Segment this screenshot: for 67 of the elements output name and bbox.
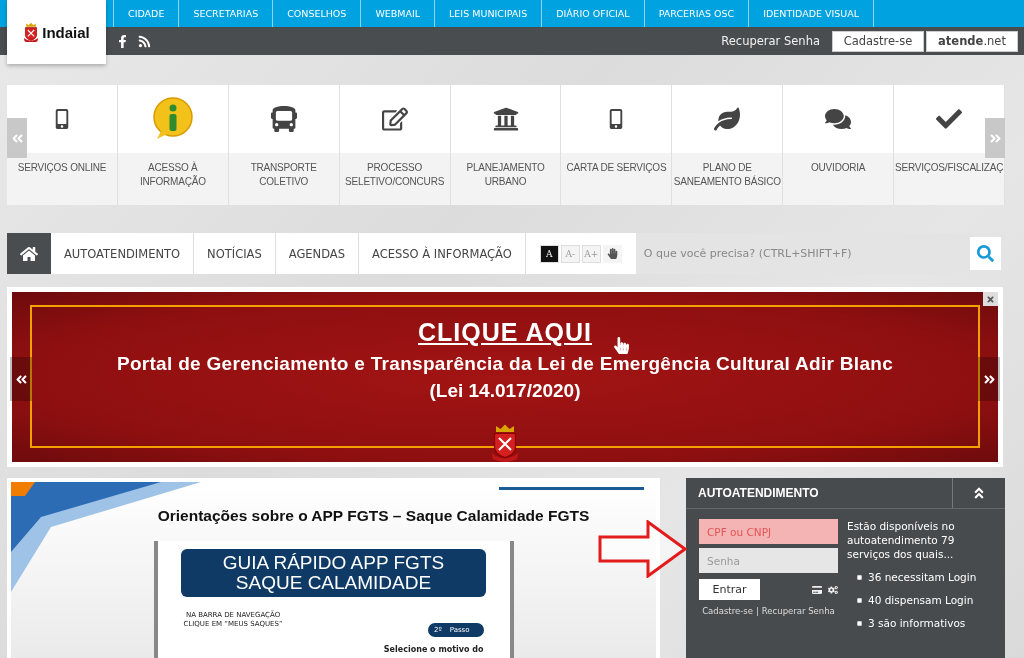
- slide-title: Orientações sobre o APP FGTS – Saque Calamidade FGTS: [156, 507, 590, 525]
- logo-text[interactable]: Indaial: [42, 23, 90, 41]
- facebook-icon[interactable]: [116, 34, 129, 48]
- service-tile[interactable]: SERVIÇOS ONLINE: [7, 85, 118, 205]
- service-tile[interactable]: TRANSPORTE COLETIVO: [228, 85, 340, 205]
- service-tile[interactable]: PLANEJAMENTO URBANO: [450, 85, 562, 205]
- search-icon: [977, 245, 994, 262]
- bullet-icon: [857, 620, 862, 626]
- check-icon: [936, 106, 963, 132]
- gears-icon[interactable]: [828, 584, 838, 595]
- crest-icon: [23, 21, 40, 43]
- service-tile[interactable]: OUVIDORIA: [783, 85, 895, 205]
- font-size-button[interactable]: A: [539, 244, 559, 263]
- service-tile[interactable]: SERVIÇOS/FISCALIZAÇ: [894, 85, 1005, 205]
- bank-icon: [492, 106, 519, 132]
- card-icon[interactable]: [812, 584, 822, 595]
- service-tile[interactable]: PROCESSO SELETIVO/CONCURS: [339, 85, 451, 205]
- recover-password-link[interactable]: Recuperar Senha: [721, 34, 820, 48]
- service-tile[interactable]: CARTA DE SERVIÇOS: [561, 85, 673, 205]
- services-count: 36 necessitam Login: [868, 570, 977, 584]
- services-count: 40 dispensam Login: [868, 593, 974, 607]
- previous-button[interactable]: [10, 357, 32, 401]
- signup-link[interactable]: Cadastre-se: [702, 606, 753, 616]
- chat-icon: [825, 106, 852, 132]
- double-left-icon: [14, 372, 28, 386]
- service-tile[interactable]: PLANO DE SANEAMENTO BÁSICO: [672, 85, 784, 205]
- edit-icon: [381, 106, 408, 132]
- separator-text: |: [755, 606, 759, 616]
- double-up-icon: [972, 486, 986, 500]
- signup-button[interactable]: Cadastre-se: [832, 30, 924, 52]
- hand-icon[interactable]: [602, 244, 622, 263]
- service-tile[interactable]: ACESSO À INFORMAÇÃO: [117, 85, 229, 205]
- double-right-icon: [982, 372, 996, 386]
- search-field[interactable]: O que você precisa? (CTRL+SHIFT+F): [635, 233, 970, 274]
- login-button[interactable]: Entrar: [699, 579, 760, 600]
- nav-link[interactable]: AUTOATENDIMENTO: [50, 233, 195, 274]
- nav-link[interactable]: AGENDAS: [275, 233, 360, 274]
- home-icon: [19, 244, 38, 263]
- nav-link[interactable]: NOTÍCIAS: [194, 233, 276, 274]
- arrow-icon: [598, 520, 688, 578]
- hand-pointer-icon: [613, 337, 630, 354]
- double-left-icon: [10, 131, 24, 145]
- home-button[interactable]: [7, 233, 51, 274]
- panel-title: AUTOATENDIMENTO: [697, 485, 820, 502]
- crest-icon: [490, 423, 520, 462]
- guide-banner: GUIA RÁPIDO APP FGTS SAQUE CALAMIDADE: [181, 549, 486, 597]
- info-icon: [150, 97, 195, 141]
- step-hint: Selecione o motivo do: [383, 645, 484, 654]
- bullet-icon: [857, 574, 862, 580]
- banner-subtitle: (Lei 14.017/2020): [429, 380, 581, 402]
- cpf-field[interactable]: CPF ou CNPJ: [699, 519, 838, 544]
- bus-icon: [270, 106, 297, 132]
- next-button[interactable]: [978, 357, 1000, 401]
- password-field[interactable]: Senha: [699, 548, 838, 573]
- nav-link[interactable]: ACESSO À INFORMAÇÃO: [359, 233, 526, 274]
- services-count: 3 são informativos: [868, 616, 966, 630]
- leaf-icon: [714, 106, 741, 132]
- banner-title: Portal de Gerenciamento e Transparência da Lei de Emergência Cultural Adir Blanc: [116, 353, 894, 375]
- close-icon: [986, 294, 995, 304]
- bullet-icon: [857, 597, 862, 603]
- portal-button[interactable]: atende.net: [926, 30, 1018, 52]
- services-intro: Estão disponíveis no autoatendimento 79 serviços dos quais...: [847, 519, 956, 561]
- double-right-icon: [988, 131, 1002, 145]
- recover-password-link[interactable]: Recuperar Senha: [761, 606, 835, 616]
- rss-icon[interactable]: [138, 34, 151, 48]
- close-button[interactable]: [983, 292, 998, 306]
- click-here-link[interactable]: CLIQUE AQUI: [418, 318, 592, 347]
